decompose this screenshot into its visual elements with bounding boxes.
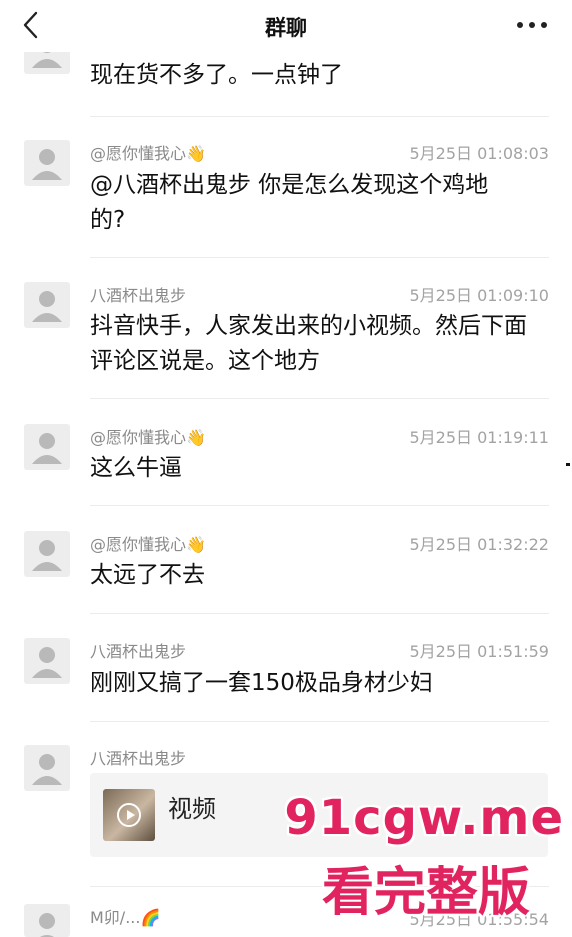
- sender-name: M卯/...🌈: [90, 908, 161, 927]
- message-time: 5月25日 01:32:22: [409, 535, 550, 554]
- page-title: 群聊: [265, 16, 307, 40]
- message-divider: [90, 257, 549, 258]
- more-options-button[interactable]: [512, 10, 552, 40]
- message-divider: [90, 613, 549, 614]
- sender-name: 八酒杯出鬼步: [90, 749, 187, 768]
- sender-name: 八酒杯出鬼步: [90, 286, 187, 305]
- scroll-indicator: [566, 463, 570, 466]
- avatar[interactable]: [24, 638, 70, 684]
- sender-name: 八酒杯出鬼步: [90, 642, 187, 661]
- message-divider: [90, 505, 549, 506]
- default-user-icon: [32, 149, 62, 180]
- default-user-icon: [32, 754, 62, 785]
- message-divider: [90, 116, 549, 117]
- message-text: 现在货不多了。一点钟了: [90, 62, 343, 88]
- sender-name: @愿你懂我心👋: [90, 535, 206, 554]
- sender-name: @愿你懂我心👋: [90, 144, 206, 163]
- default-user-icon: [32, 647, 62, 678]
- message-time: 5月25日 01:09:10: [409, 286, 550, 305]
- avatar[interactable]: [24, 424, 70, 470]
- top-navigation-bar: 群聊: [0, 0, 572, 52]
- message-time: 5月25日 01:19:11: [409, 428, 550, 447]
- message-text: 抖音快手，人家发出来的小视频。然后下面评论区说是。这个地方: [90, 313, 527, 374]
- default-user-icon: [32, 291, 62, 322]
- message-text: @八酒杯出鬼步 你是怎么发现这个鸡地的?: [90, 172, 489, 233]
- message-text: 刚刚又搞了一套150极品身材少妇: [90, 670, 433, 696]
- message-text: 太远了不去: [90, 562, 205, 588]
- message-time: 5月25日 01:51:59: [409, 642, 550, 661]
- default-user-icon: [39, 913, 55, 937]
- watermark-text: 看完整版: [321, 863, 530, 923]
- watermark-url: 91cgw.me: [284, 790, 564, 846]
- avatar[interactable]: [24, 904, 70, 937]
- avatar[interactable]: [24, 140, 70, 186]
- video-card-title: 视频: [168, 795, 216, 823]
- avatar[interactable]: [24, 745, 70, 791]
- message-text: 这么牛逼: [90, 455, 182, 481]
- default-user-icon: [32, 540, 62, 571]
- sender-name: @愿你懂我心👋: [90, 428, 206, 447]
- avatar[interactable]: [24, 531, 70, 577]
- ellipsis-icon: [517, 22, 547, 28]
- default-user-icon: [32, 433, 62, 464]
- avatar[interactable]: [24, 282, 70, 328]
- message-time: 5月25日 01:08:03: [409, 144, 550, 163]
- message-divider: [90, 721, 549, 722]
- message-divider: [90, 398, 549, 399]
- play-icon: [117, 803, 141, 827]
